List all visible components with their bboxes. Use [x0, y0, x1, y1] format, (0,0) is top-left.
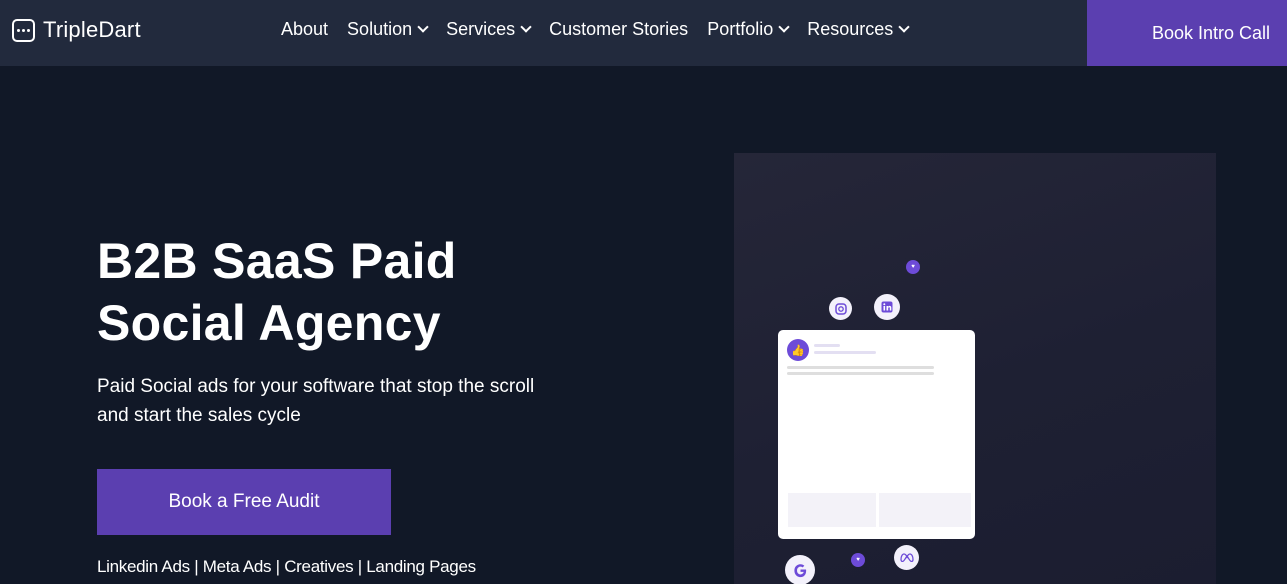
- main-nav: About Solution Services Customer Stories…: [281, 18, 927, 40]
- chevron-down-icon: [520, 20, 532, 33]
- google-icon: [785, 555, 815, 584]
- nav-item-label: Resources: [807, 18, 894, 39]
- nav-item-label: About: [281, 18, 329, 39]
- instagram-icon: [829, 297, 852, 320]
- linkedin-icon: [874, 294, 900, 320]
- services-list: Linkedin Ads | Meta Ads | Creatives | La…: [97, 557, 476, 576]
- nav-item-resources[interactable]: Resources: [807, 18, 910, 40]
- brand-name: TripleDart: [43, 17, 141, 42]
- chevron-down-icon: [898, 20, 910, 33]
- book-intro-call-button[interactable]: Book Intro Call: [1087, 0, 1287, 66]
- nav-item-label: Portfolio: [707, 18, 774, 39]
- meta-icon: [894, 545, 919, 570]
- chevron-down-icon: [417, 20, 429, 33]
- logo-icon: [12, 18, 35, 42]
- nav-item-services[interactable]: Services: [446, 18, 532, 40]
- hero-title: B2B SaaS Paid Social Agency: [97, 233, 457, 351]
- nav-item-portfolio[interactable]: Portfolio: [707, 18, 790, 40]
- hero-illustration: ♥ 👍 ♥: [734, 153, 1216, 584]
- nav-item-label: Solution: [347, 18, 413, 39]
- nav-item-customer-stories[interactable]: Customer Stories: [549, 19, 688, 40]
- nav-item-solution[interactable]: Solution: [347, 18, 429, 40]
- heart-icon: ♥: [906, 260, 920, 274]
- brand-logo[interactable]: TripleDart: [12, 17, 141, 43]
- nav-item-label: Customer Stories: [549, 18, 689, 39]
- nav-item-label: Services: [446, 18, 516, 39]
- social-post-card: 👍: [778, 330, 975, 539]
- heart-icon: ♥: [851, 553, 865, 567]
- top-navbar: TripleDart About Solution Services Custo…: [0, 0, 1287, 66]
- book-free-audit-button[interactable]: Book a Free Audit: [97, 469, 391, 535]
- thumbs-up-icon: 👍: [787, 339, 809, 361]
- nav-item-about[interactable]: About: [281, 19, 328, 40]
- chevron-down-icon: [778, 20, 790, 33]
- hero-subtitle: Paid Social ads for your software that s…: [97, 376, 535, 426]
